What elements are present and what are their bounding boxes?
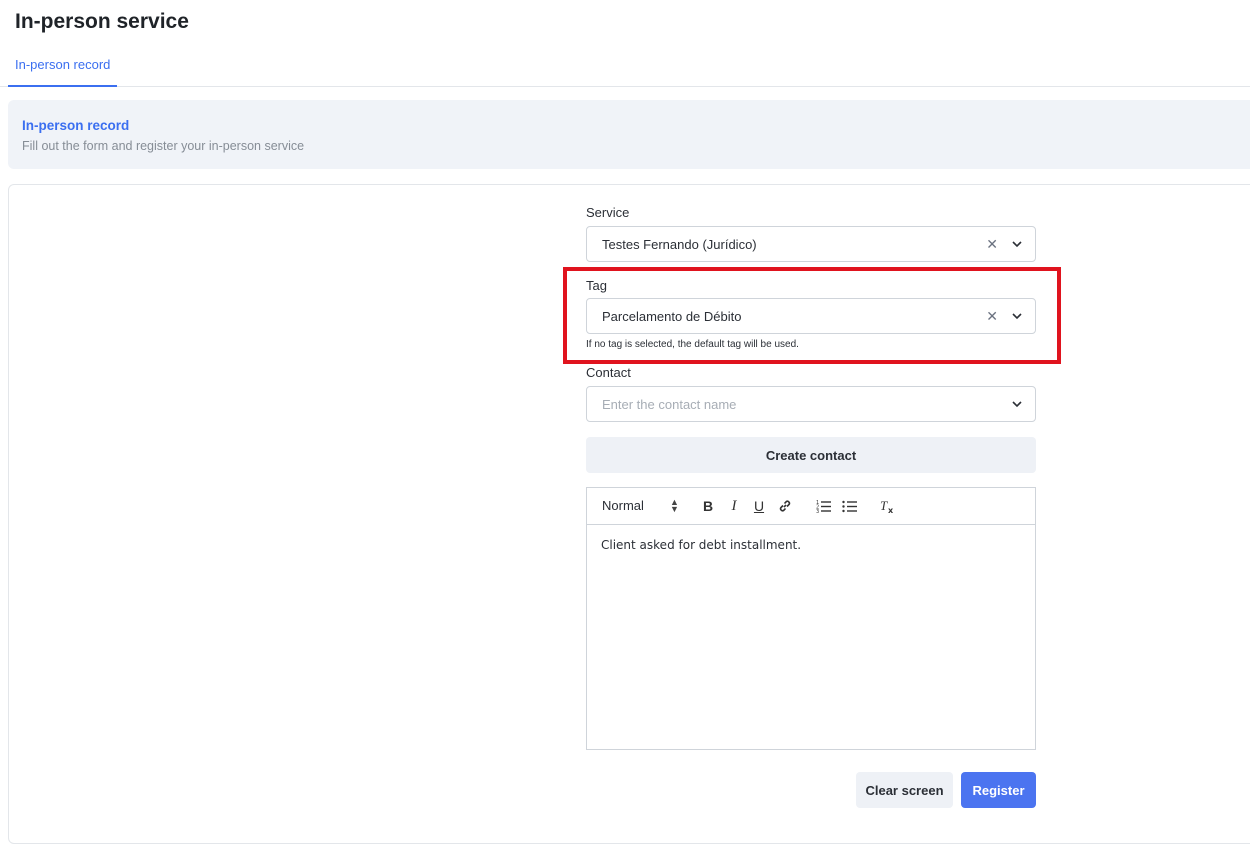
- create-contact-button[interactable]: Create contact: [586, 437, 1036, 473]
- contact-select[interactable]: Enter the contact name: [586, 386, 1036, 422]
- contact-placeholder: Enter the contact name: [602, 397, 737, 412]
- bullet-list-icon[interactable]: [839, 497, 859, 515]
- svg-text:x: x: [888, 506, 894, 514]
- bold-icon[interactable]: B: [698, 497, 718, 515]
- banner-subtitle: Fill out the form and register your in-p…: [22, 139, 305, 153]
- italic-icon[interactable]: I: [724, 497, 744, 515]
- format-select[interactable]: Normal ▲ ▼: [602, 498, 682, 516]
- chevron-down-icon[interactable]: [1012, 399, 1022, 409]
- clear-format-icon[interactable]: T x: [877, 497, 897, 515]
- format-select-value: Normal: [602, 498, 644, 513]
- contact-label: Contact: [586, 365, 631, 380]
- info-banner: In-person record Fill out the form and r…: [8, 100, 1250, 169]
- service-label: Service: [586, 205, 630, 220]
- editor-content[interactable]: Client asked for debt installment.: [601, 538, 801, 552]
- sort-arrows-icon: ▲ ▼: [670, 497, 679, 514]
- ordered-list-icon[interactable]: 1 2 3: [813, 497, 833, 515]
- svg-text:T: T: [880, 498, 888, 513]
- register-button[interactable]: Register: [961, 772, 1036, 808]
- clear-screen-button[interactable]: Clear screen: [856, 772, 953, 808]
- tab-bar: In-person record: [0, 48, 1250, 87]
- editor-toolbar: Normal ▲ ▼ B I U 1 2 3 T x: [587, 488, 1035, 525]
- page-title: In-person service: [15, 10, 189, 33]
- close-icon[interactable]: ✕: [986, 236, 998, 252]
- chevron-down-icon[interactable]: [1012, 239, 1022, 249]
- service-value: Testes Fernando (Jurídico): [602, 237, 757, 252]
- svg-text:3: 3: [816, 509, 819, 513]
- tab-in-person-record[interactable]: In-person record: [8, 48, 118, 87]
- service-select[interactable]: Testes Fernando (Jurídico) ✕: [586, 226, 1036, 262]
- rich-text-editor[interactable]: Normal ▲ ▼ B I U 1 2 3 T x Client asked …: [586, 487, 1036, 750]
- link-icon[interactable]: [775, 497, 795, 515]
- banner-title: In-person record: [22, 118, 130, 133]
- highlight-box: [563, 267, 1061, 364]
- underline-icon[interactable]: U: [749, 497, 769, 515]
